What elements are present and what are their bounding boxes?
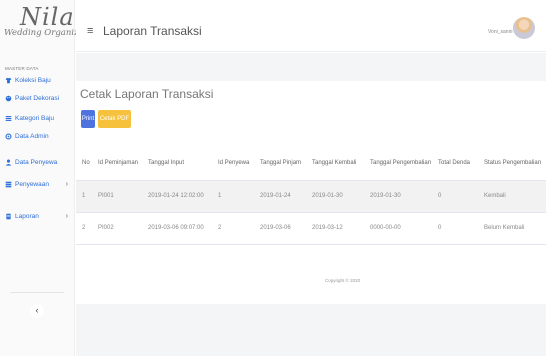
copyright-text: Copyright © 2020 [325, 278, 361, 283]
sidebar-divider [10, 292, 64, 293]
sidebar-item-koleksi-baju[interactable]: Koleksi Baju [0, 71, 74, 89]
sidebar-item-data-admin[interactable]: Data Admin [0, 127, 74, 145]
table-cell: 1 [76, 180, 92, 213]
column-header-tanggal-input[interactable]: Tanggal Input [142, 146, 212, 181]
topbar: ≡ Laporan Transaksi Voni_sanni [76, 0, 546, 52]
table-cell: 2 [76, 212, 92, 245]
sidebar-item-label: Data Penyewa [15, 158, 58, 166]
table-row: 2 PI002 2019-03-06 09:07:00 2 2019-03-06… [76, 212, 546, 245]
sidebar-item-label: Data Admin [15, 132, 49, 140]
table-cell: 2019-01-30 [364, 180, 432, 213]
table-cell: 0000-00-00 [364, 212, 432, 245]
logo-title: Nila [20, 3, 75, 31]
sidebar-item-label: Laporan [15, 212, 39, 220]
table-header-row: No Id Peminjaman Tanggal Input Id Penyew… [76, 146, 546, 181]
column-header-tanggal-kembali[interactable]: Tanggal Kembali [306, 146, 364, 181]
sidebar-section-label: MASTER DATA [5, 66, 39, 71]
table-cell: 2 [212, 212, 254, 245]
table-cell: 2019-01-30 [306, 180, 364, 213]
print-button[interactable]: Print [81, 110, 95, 128]
chevron-right-icon: › [65, 212, 68, 220]
cetak-pdf-button[interactable]: Cetak PDF [98, 110, 131, 128]
menu-icon[interactable]: ≡ [87, 25, 93, 37]
footer [76, 254, 546, 304]
palette-icon [5, 95, 12, 101]
sidebar-item-label: Kategori Baju [15, 114, 55, 122]
column-header-id-peminjaman[interactable]: Id Peminjaman [92, 146, 142, 181]
table-cell: PI002 [92, 212, 142, 245]
column-header-total-denda[interactable]: Total Denda [432, 146, 478, 181]
column-header-no[interactable]: No [76, 146, 92, 181]
sidebar-item-data-penyewa[interactable]: Data Penyewa [0, 153, 74, 171]
table-cell: 2019-01-24 12:02:00 [142, 180, 212, 213]
report-icon [6, 213, 11, 219]
table-cell: 2019-03-06 [254, 212, 306, 245]
transaction-table: No Id Peminjaman Tanggal Input Id Penyew… [76, 146, 546, 245]
sidebar-item-kategori-baju[interactable]: Kategori Baju [0, 109, 74, 127]
table-cell: 2019-03-06 09:07:00 [142, 212, 212, 245]
column-header-status-pengembalian[interactable]: Status Pengembalian [478, 146, 546, 181]
table-cell: Belum Kembali [478, 212, 546, 245]
list-icon [5, 115, 12, 121]
sidebar: Nila Wedding Organizer MASTER DATA Kolek… [0, 0, 88, 356]
table-cell: 0 [432, 180, 478, 213]
chevron-right-icon: › [65, 180, 68, 188]
user-icon [5, 159, 12, 166]
table-icon [5, 181, 12, 187]
sidebar-item-penyewaan[interactable]: Penyewaan › [0, 175, 74, 193]
users-cog-icon [5, 132, 12, 140]
avatar[interactable] [513, 17, 535, 39]
column-header-tanggal-pengembalian[interactable]: Tanggal Pengembalian [364, 146, 432, 181]
table-cell: 2019-03-12 [306, 212, 364, 245]
column-header-id-penyewa[interactable]: Id Penyewa [212, 146, 254, 181]
column-header-tanggal-pinjam[interactable]: Tanggal Pinjam [254, 146, 306, 181]
table-cell: PI001 [92, 180, 142, 213]
brand-logo[interactable]: Nila Wedding Organizer [0, 0, 88, 52]
sidebar-item-label: Paket Dekorasi [15, 94, 60, 102]
page-title: Cetak Laporan Transaksi [80, 87, 214, 101]
topbar-title: Laporan Transaksi [103, 24, 202, 38]
table-row: 1 PI001 2019-01-24 12:02:00 1 2019-01-24… [76, 180, 546, 213]
table-cell: 2019-01-24 [254, 180, 306, 213]
sidebar-item-label: Koleksi Baju [15, 76, 51, 84]
table-cell: Kembali [478, 180, 546, 213]
sidebar-item-label: Penyewaan [15, 180, 49, 188]
table-cell: 0 [432, 212, 478, 245]
sidebar-item-paket-dekorasi[interactable]: Paket Dekorasi [0, 89, 74, 107]
table-cell: 1 [212, 180, 254, 213]
user-name[interactable]: Voni_sanni [488, 29, 512, 35]
sidebar-item-laporan[interactable]: Laporan › [0, 207, 74, 225]
tshirt-icon [5, 77, 12, 83]
sidebar-toggle-button[interactable]: ‹ [30, 304, 44, 318]
